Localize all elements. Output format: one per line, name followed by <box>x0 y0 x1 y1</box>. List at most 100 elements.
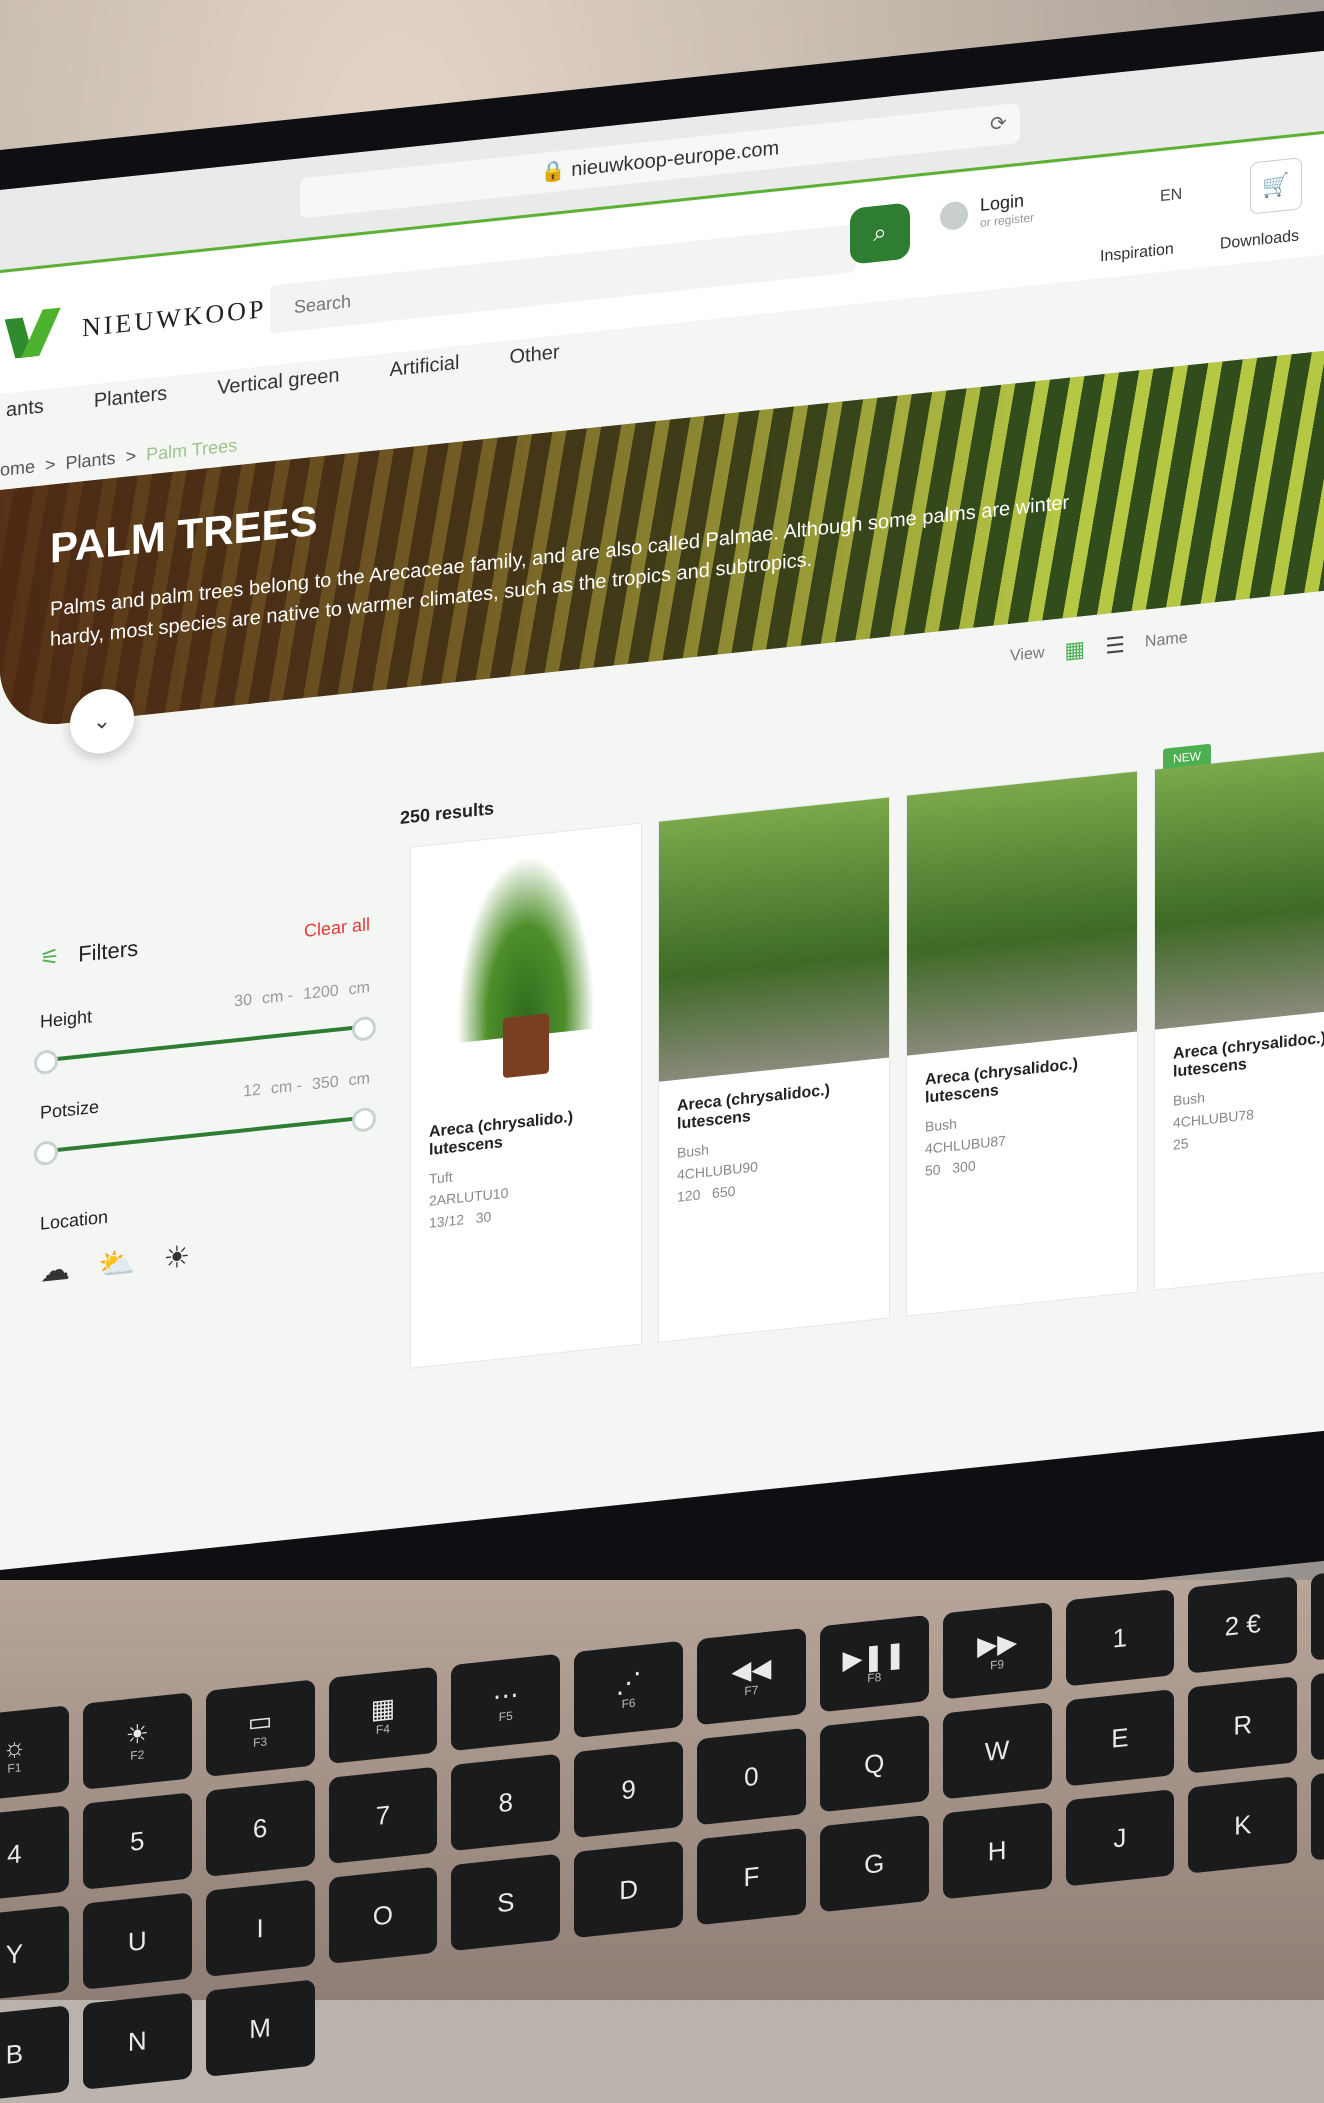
logo-text: NIEUWKOOP <box>82 293 267 343</box>
partly-sunny-icon[interactable]: ⛅ <box>98 1245 135 1284</box>
key-i: I <box>205 1879 315 1977</box>
view-controls: View ▦ ☰ Name <box>1010 625 1188 670</box>
category-vertical-green[interactable]: Vertical green <box>217 364 339 400</box>
product-size: 13/12 <box>429 1211 465 1231</box>
user-avatar-icon <box>940 199 968 231</box>
breadcrumb-separator: > <box>45 454 56 476</box>
breadcrumb-plants[interactable]: Plants <box>66 448 116 474</box>
product-card[interactable]: Areca (chrysalidoc.) lutescens Bush 4CHL… <box>906 770 1138 1317</box>
breadcrumb-home[interactable]: ome <box>0 456 35 481</box>
search-button[interactable]: ⌕ <box>850 202 910 265</box>
cloud-icon[interactable]: ☁ <box>40 1252 70 1290</box>
potsize-max-input[interactable]: 350 <box>312 1073 339 1094</box>
height-label: Height <box>40 1006 93 1032</box>
product-image <box>1155 745 1324 1030</box>
category-planters[interactable]: Planters <box>94 382 167 413</box>
chevron-down-icon: ⌄ <box>92 707 112 735</box>
category-plants[interactable]: ants <box>6 395 44 422</box>
product-card[interactable]: NEW Areca (chrysalidoc.) lutescens Bush … <box>1154 743 1324 1291</box>
potsize-separator: cm - <box>270 1076 302 1098</box>
key-f2: ☀ F2 <box>82 1692 192 1790</box>
key-h: H <box>942 1802 1052 1900</box>
key-v: V <box>1311 1763 1324 1861</box>
laptop-screen: 🔒 nieuwkoop-europe.com ⟳ NIEUWKOOP ⌕ Log… <box>0 50 1324 1570</box>
key-4: 4 <box>0 1805 69 1903</box>
nav-inspiration[interactable]: Inspiration <box>1100 241 1174 267</box>
key-f6: ⋰ F6 <box>574 1640 683 1739</box>
reload-icon[interactable]: ⟳ <box>990 110 1007 137</box>
product-size: 50 <box>925 1161 941 1179</box>
product-grid: Areca (chrysalido.) lutescens Tuft 2ARLU… <box>410 743 1324 1369</box>
potsize-unit: cm <box>348 1069 370 1089</box>
key-8: 8 <box>451 1753 561 1852</box>
key-d: D <box>574 1840 683 1939</box>
sun-icon[interactable]: ☀ <box>163 1239 190 1277</box>
key-s: S <box>451 1853 561 1952</box>
logo[interactable]: NIEUWKOOP <box>10 286 266 359</box>
product-height: 30 <box>475 1208 492 1226</box>
location-options: ☁ ⛅ ☀ <box>40 1220 370 1290</box>
cart-button[interactable]: 🛒 <box>1250 157 1302 215</box>
height-min-handle[interactable] <box>34 1048 58 1076</box>
list-view-icon[interactable]: ☰ <box>1105 632 1125 660</box>
height-max-handle[interactable] <box>352 1015 376 1043</box>
header-nav: Inspiration Downloads <box>1100 227 1299 266</box>
key-t: T <box>1311 1663 1324 1761</box>
product-image <box>659 797 889 1082</box>
key-6: 6 <box>205 1779 315 1877</box>
search-input[interactable] <box>270 224 856 334</box>
nav-downloads[interactable]: Downloads <box>1220 227 1299 253</box>
key-2: 2 € <box>1188 1576 1298 1674</box>
clear-all-button[interactable]: Clear all <box>304 914 370 942</box>
height-unit: cm <box>348 978 370 998</box>
key-e: E <box>1065 1689 1175 1787</box>
hero-banner: PALM TREES Palms and palm trees belong t… <box>0 350 1324 730</box>
height-max-input[interactable]: 1200 <box>303 982 339 1004</box>
key-f1: ☼ F1 <box>0 1705 69 1803</box>
key-f: F <box>697 1827 806 1926</box>
potsize-min-handle[interactable] <box>34 1139 58 1167</box>
category-artificial[interactable]: Artificial <box>389 352 459 382</box>
plant-leaves <box>457 848 595 1043</box>
height-min-input[interactable]: 30 <box>234 991 252 1011</box>
view-label: View <box>1010 644 1045 665</box>
grid-view-icon[interactable]: ▦ <box>1064 636 1085 664</box>
product-card[interactable]: Areca (chrysalidoc.) lutescens Bush 4CHL… <box>658 796 890 1343</box>
category-other[interactable]: Other <box>510 341 560 369</box>
search-icon: ⌕ <box>873 218 887 248</box>
cart-icon: 🛒 <box>1262 171 1290 200</box>
breadcrumb-separator: > <box>125 445 137 467</box>
login-area[interactable]: Login or register <box>940 189 1034 234</box>
key-n: N <box>82 1992 192 2090</box>
product-image <box>907 771 1137 1056</box>
key-b: B <box>0 2005 69 2103</box>
product-name: Areca (chrysalidoc.) lutescens <box>1173 1029 1324 1081</box>
key-m: M <box>205 1979 315 2077</box>
key-q: Q <box>819 1714 929 1813</box>
potsize-max-handle[interactable] <box>352 1106 376 1134</box>
potsize-slider[interactable] <box>34 1106 376 1167</box>
language-select[interactable]: EN <box>1160 186 1182 206</box>
key-1: 1 <box>1065 1589 1175 1687</box>
product-card[interactable]: Areca (chrysalido.) lutescens Tuft 2ARLU… <box>410 822 642 1369</box>
product-height: 300 <box>952 1157 976 1176</box>
key-f8: ▶❚❚ F8 <box>819 1614 929 1713</box>
potsize-min-input[interactable]: 12 <box>243 1081 261 1101</box>
product-size: 120 <box>677 1186 701 1205</box>
sort-select[interactable]: Name <box>1145 629 1188 651</box>
key-f3: ▭ F3 <box>205 1679 315 1777</box>
filters-title: Filters <box>78 935 139 967</box>
lock-icon: 🔒 <box>540 159 566 185</box>
key-o: O <box>328 1866 438 1964</box>
potsize-filter: Potsize 12 cm - 350 cm <box>34 1068 376 1167</box>
height-slider[interactable] <box>34 1015 376 1076</box>
key-3: 3 <box>1311 1563 1324 1661</box>
key-g: G <box>819 1814 929 1913</box>
key-f9: ▶▶ F9 <box>942 1602 1052 1700</box>
key-f5: ⋯ F5 <box>451 1653 561 1752</box>
filter-sliders-icon: ⚟ <box>40 943 60 971</box>
key-r: R <box>1188 1676 1298 1774</box>
product-size: 25 <box>1173 1135 1189 1153</box>
key-5: 5 <box>82 1792 192 1890</box>
key-k: K <box>1188 1776 1298 1874</box>
